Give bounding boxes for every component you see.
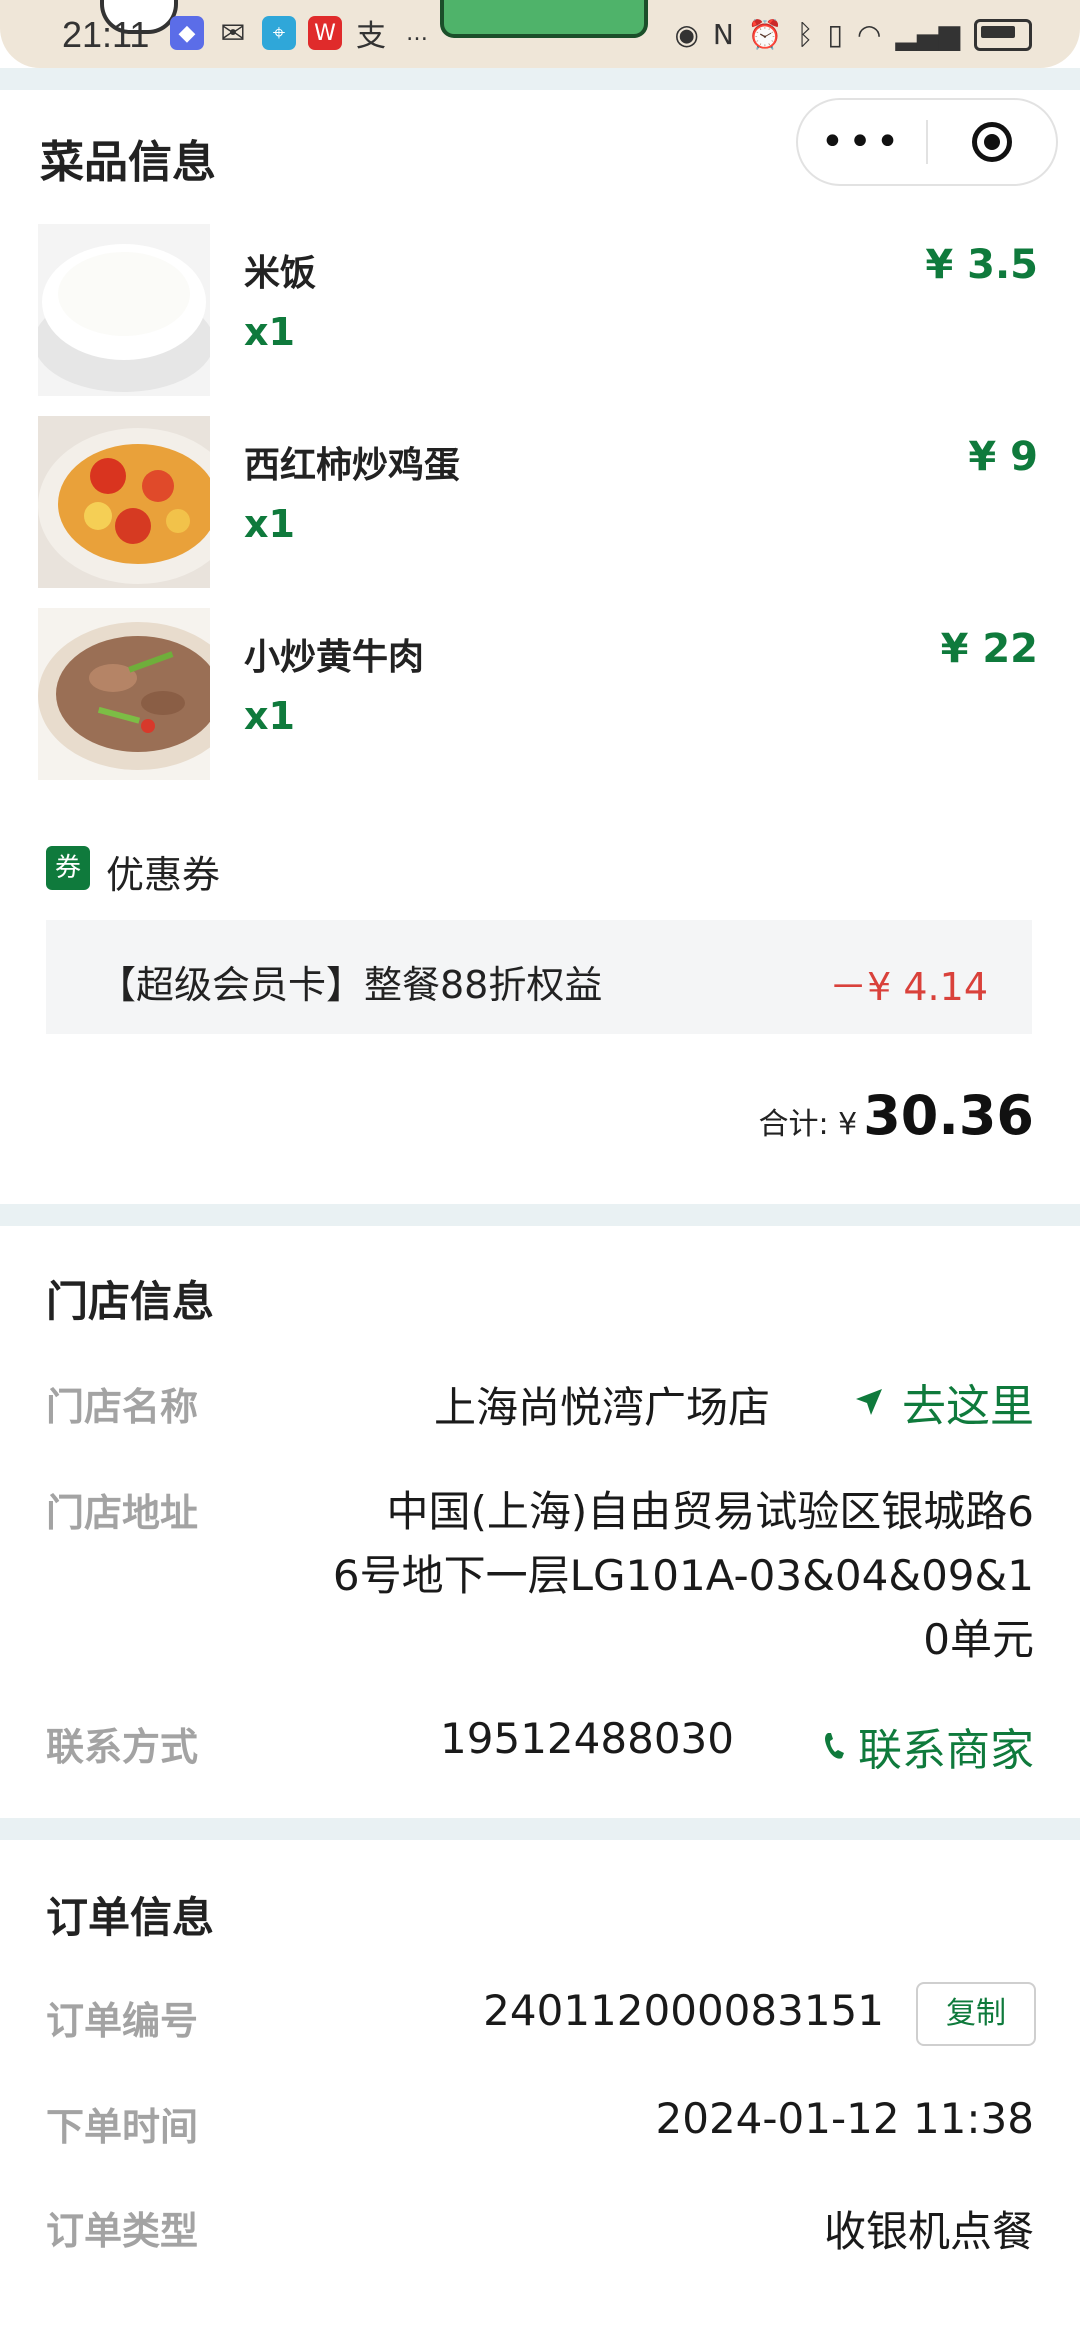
- order-number-value: 240112000083151: [483, 1986, 884, 2035]
- store-name-label: 门店名称: [46, 1385, 199, 1429]
- address-line: 6号地下一层LG101A-03&04&09&1: [332, 1551, 1034, 1600]
- miniprogram-capsule: •••: [796, 98, 1058, 186]
- section-divider: [0, 1818, 1080, 1840]
- contact-phone: 19512488030: [440, 1714, 734, 1763]
- navigate-arrow-icon: [854, 1377, 884, 1428]
- section-divider: [0, 68, 1080, 90]
- wps-icon: W: [308, 16, 342, 50]
- map-app-icon: ⌖: [262, 16, 296, 50]
- dish-quantity: x1: [244, 694, 295, 738]
- phone-icon: [822, 1721, 848, 1772]
- order-number-label: 订单编号: [46, 1999, 199, 2043]
- dish-item: 西红柿炒鸡蛋 x1 ¥ 9: [38, 416, 1038, 588]
- vibrate-icon: ▯: [827, 18, 843, 51]
- section-divider: [0, 1204, 1080, 1226]
- tomato-egg-image: [38, 416, 210, 588]
- dish-name: 西红柿炒鸡蛋: [244, 445, 461, 486]
- bluetooth-icon: ᛒ: [796, 18, 814, 51]
- store-address-label: 门店地址: [46, 1491, 199, 1535]
- store-address-value: 中国(上海)自由贸易试验区银城路6 6号地下一层LG101A-03&04&09&…: [254, 1480, 1034, 1672]
- dishes-section-title: 菜品信息: [40, 137, 216, 188]
- total-label: 合计: ¥: [758, 1107, 858, 1142]
- dish-quantity: x1: [244, 310, 295, 354]
- copy-button[interactable]: 复制: [916, 1982, 1036, 2046]
- contact-merchant-label: 联系商家: [858, 1725, 1034, 1776]
- dish-item: 米饭 x1 ¥ 3.5: [38, 224, 1038, 396]
- dish-name: 小炒黄牛肉: [244, 637, 425, 678]
- stir-fried-beef-image: [38, 608, 210, 780]
- order-type-value: 收银机点餐: [823, 2207, 1034, 2256]
- alarm-icon: ⏰: [747, 18, 783, 51]
- contact-label: 联系方式: [46, 1725, 199, 1769]
- order-time-label: 下单时间: [46, 2105, 199, 2149]
- close-miniprogram-button[interactable]: [928, 122, 1056, 162]
- app-notification-icon: ◆: [170, 16, 204, 50]
- target-icon: [972, 122, 1012, 162]
- dish-quantity: x1: [244, 502, 295, 546]
- signal-icon: ▂▄▆: [895, 18, 960, 51]
- eye-icon: ◉: [674, 18, 699, 51]
- status-time: 21:11: [62, 14, 150, 55]
- store-section-title: 门店信息: [46, 1277, 215, 1326]
- coupon-discount-amount: －¥ 4.14: [829, 965, 988, 1009]
- more-options-icon[interactable]: •••: [798, 122, 926, 162]
- contact-merchant-link[interactable]: 联系商家: [822, 1714, 1034, 1778]
- navigate-label: 去这里: [902, 1381, 1034, 1432]
- battery-icon: [974, 18, 1032, 51]
- navigate-link[interactable]: 去这里: [854, 1370, 1034, 1434]
- dish-name: 米饭: [244, 253, 317, 294]
- address-line: 中国(上海)自由贸易试验区银城路6: [386, 1487, 1035, 1536]
- address-line: 0单元: [923, 1615, 1034, 1664]
- total-value: 30.36: [863, 1084, 1034, 1147]
- coupon-title: 优惠券: [106, 853, 221, 897]
- order-total: 合计: ¥ 30.36: [758, 1084, 1034, 1147]
- coupon-icon: 券: [46, 846, 90, 890]
- more-notifications-icon: …: [406, 20, 428, 46]
- banner-badge: [440, 0, 648, 38]
- rice-image: [38, 224, 210, 396]
- dish-item: 小炒黄牛肉 x1 ¥ 22: [38, 608, 1038, 780]
- nfc-icon: N: [712, 18, 734, 51]
- system-status-icons: ◉ N ⏰ ᛒ ▯ ◠ ▂▄▆: [674, 18, 1032, 51]
- alipay-icon: 支: [356, 19, 386, 54]
- coupon-description: 【超级会员卡】整餐88折权益: [98, 963, 603, 1007]
- wifi-icon: ◠: [856, 18, 882, 51]
- dish-price: ¥ 3.5: [925, 242, 1038, 288]
- order-time-value: 2024-01-12 11:38: [655, 2094, 1034, 2143]
- wechat-icon: ✉: [220, 15, 246, 51]
- status-bar: 21:11 ◆ ✉ ⌖ W 支 … ◉ N ⏰ ᛒ ▯ ◠ ▂▄▆: [0, 0, 1080, 68]
- notification-icons: ◆ ✉ ⌖ W 支 …: [170, 15, 434, 54]
- dish-price: ¥ 22: [940, 626, 1038, 672]
- order-section-title: 订单信息: [46, 1893, 215, 1942]
- coupon-row[interactable]: 【超级会员卡】整餐88折权益 －¥ 4.14: [46, 920, 1032, 1034]
- store-name-value: 上海尚悦湾广场店: [433, 1383, 770, 1432]
- order-type-label: 订单类型: [46, 2209, 199, 2253]
- dish-price: ¥ 9: [968, 434, 1038, 480]
